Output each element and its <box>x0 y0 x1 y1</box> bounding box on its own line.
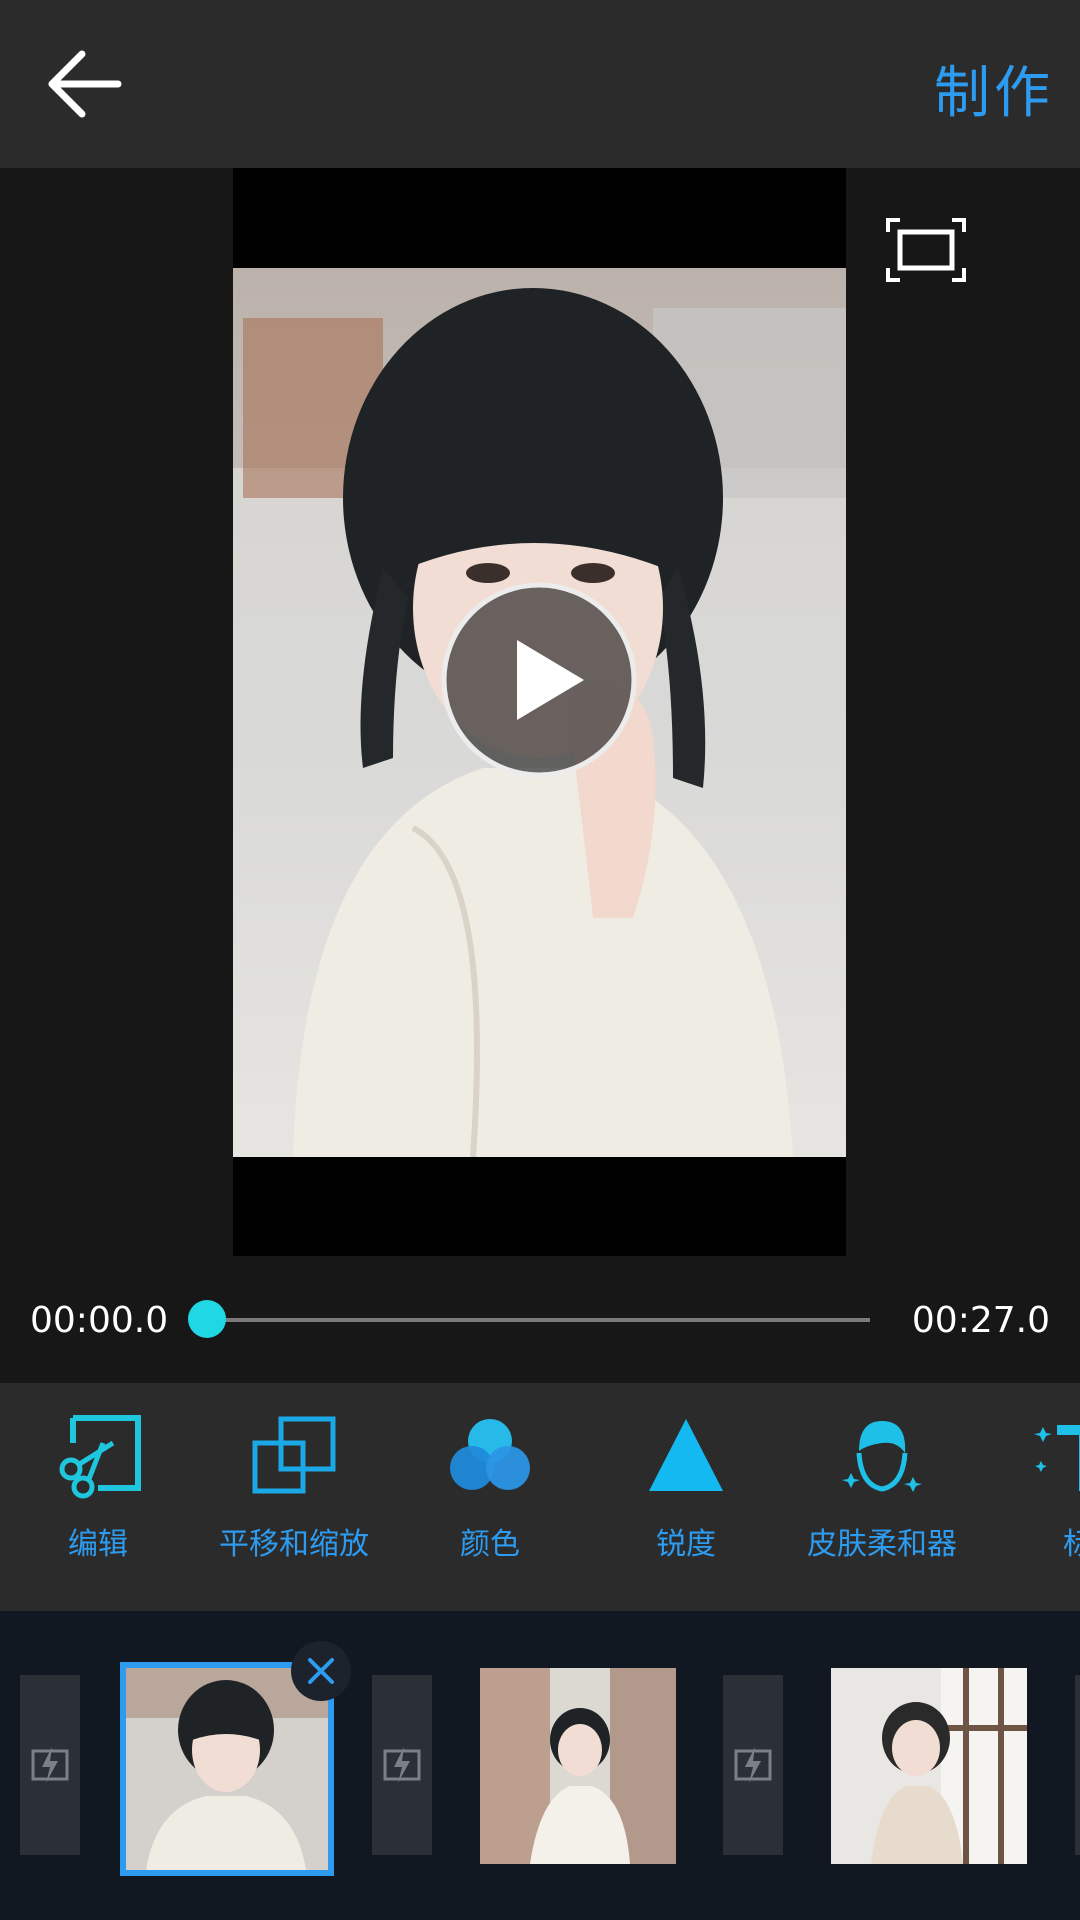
transition-icon <box>734 1747 772 1783</box>
tool-sharpness[interactable]: 锐度 <box>588 1413 784 1563</box>
total-time: 00:27.0 <box>911 1300 1050 1341</box>
transition-icon <box>383 1747 421 1783</box>
top-bar: 制作 <box>0 0 1080 168</box>
video-photo <box>233 268 846 1157</box>
transition-slot[interactable] <box>372 1675 432 1855</box>
tool-label: 平移和缩放 <box>219 1527 369 1562</box>
seek-bar[interactable] <box>205 1318 870 1322</box>
tool-label: 锐度 <box>656 1527 716 1562</box>
pan-zoom-icon <box>252 1416 336 1494</box>
text-icon <box>1034 1425 1080 1491</box>
seek-thumb[interactable] <box>188 1300 226 1338</box>
tool-label: 颜色 <box>460 1527 520 1562</box>
transition-slot[interactable] <box>723 1675 783 1855</box>
play-button[interactable] <box>439 580 639 780</box>
tool-color[interactable]: 颜色 <box>392 1413 588 1563</box>
transition-icon <box>31 1747 69 1783</box>
tool-title[interactable]: 标 <box>980 1413 1080 1563</box>
fullscreen-icon <box>886 218 966 282</box>
tool-skin-softener[interactable]: 皮肤柔和器 <box>784 1413 980 1563</box>
face-sparkle-icon <box>842 1421 922 1492</box>
make-button[interactable]: 制作 <box>934 48 1054 129</box>
clip-strip <box>0 1611 1080 1920</box>
arrow-left-icon <box>48 50 122 118</box>
scissors-edit-icon <box>59 1415 141 1499</box>
tool-label: 标 <box>1063 1527 1080 1562</box>
current-time: 00:00.0 <box>30 1300 169 1341</box>
clip-photo <box>480 1668 676 1864</box>
triangle-sharpness-icon <box>649 1419 723 1491</box>
transition-slot[interactable] <box>20 1675 80 1855</box>
play-icon <box>441 582 637 778</box>
video-preview-area <box>0 168 1080 1383</box>
tool-label: 皮肤柔和器 <box>807 1527 957 1562</box>
fullscreen-button[interactable] <box>886 218 966 282</box>
clip-photo <box>831 1668 1027 1864</box>
back-button[interactable] <box>40 44 130 124</box>
playback-timeline: 00:00.0 00:27.0 <box>0 1280 1080 1360</box>
tool-label: 编辑 <box>68 1527 128 1562</box>
remove-clip-button[interactable] <box>291 1641 351 1701</box>
tool-bar: 编辑 平移和缩放 颜色 锐度 皮肤柔和器 标 <box>0 1383 1080 1611</box>
clip-thumbnail-2[interactable] <box>480 1668 676 1864</box>
video-frame <box>233 168 846 1256</box>
clip-thumbnail-3[interactable] <box>831 1668 1027 1864</box>
color-circles-icon <box>450 1419 530 1490</box>
tool-edit[interactable]: 编辑 <box>0 1413 196 1563</box>
transition-slot[interactable] <box>1075 1675 1080 1855</box>
close-icon <box>308 1658 334 1684</box>
tool-pan-zoom[interactable]: 平移和缩放 <box>196 1413 392 1563</box>
